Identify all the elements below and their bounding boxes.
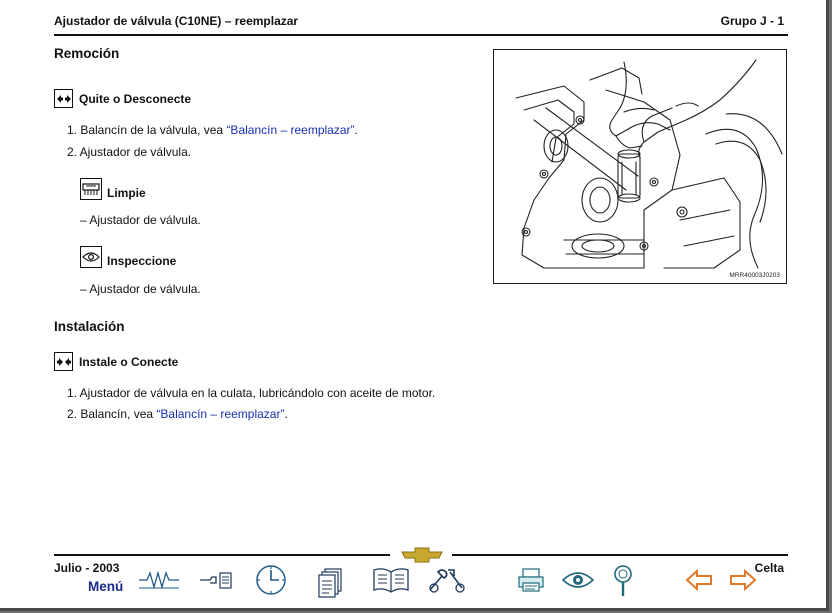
magnifier-icon[interactable] xyxy=(610,563,636,599)
group-label: Grupo J - 1 xyxy=(720,14,784,28)
inspect-item: – Ajustador de válvula. xyxy=(80,282,201,296)
footer-model: Celta xyxy=(754,561,784,575)
removal-step-2: 2. Ajustador de válvula. xyxy=(67,145,192,159)
printer-icon[interactable] xyxy=(516,565,546,595)
link-balancin[interactable]: “Balancín – reemplazar” xyxy=(226,123,354,137)
valve-adjuster-illustration: MRR40003J0203 xyxy=(493,49,787,284)
clean-action: Limpie xyxy=(80,178,146,200)
inspect-label: Inspeccione xyxy=(107,254,177,268)
removal-step-1: 1. Balancín de la válvula, vea “Balancín… xyxy=(67,123,358,137)
manual-page: Ajustador de válvula (C10NE) – reemplaza… xyxy=(0,0,829,611)
engine-drawing xyxy=(515,59,783,269)
clean-label: Limpie xyxy=(107,186,146,200)
page-title: Ajustador de válvula (C10NE) – reemplaza… xyxy=(54,14,299,28)
footer-date: Julio - 2003 xyxy=(54,561,120,575)
link-balancin[interactable]: “Balancín – reemplazar” xyxy=(156,407,284,421)
clock-icon[interactable] xyxy=(254,563,288,597)
eye-icon[interactable] xyxy=(560,565,596,595)
removal-heading: Remoción xyxy=(54,46,120,61)
installation-heading: Instalación xyxy=(54,319,125,334)
book-icon[interactable] xyxy=(372,565,410,595)
install-action-label: Instale o Conecte xyxy=(79,354,179,369)
figure-code: MRR40003J0203 xyxy=(729,272,780,279)
connect-icon xyxy=(54,352,73,371)
pointer-list-icon[interactable] xyxy=(198,565,234,595)
footer-divider-left xyxy=(54,554,390,556)
chevrolet-bowtie-logo xyxy=(401,547,443,563)
installation-step-1: 1. Ajustador de válvula en la culata, lu… xyxy=(67,386,436,400)
disconnect-icon xyxy=(54,89,73,108)
header-divider xyxy=(54,34,788,36)
tools-icon[interactable] xyxy=(426,565,466,595)
inspect-eye-icon xyxy=(80,246,102,268)
footer-divider-right xyxy=(452,554,788,556)
clean-item: – Ajustador de válvula. xyxy=(80,213,201,227)
menu-link[interactable]: Menú xyxy=(88,579,123,594)
remove-action: Quite o Desconecte xyxy=(54,89,191,108)
install-action: Instale o Conecte xyxy=(54,352,178,371)
pages-icon[interactable] xyxy=(316,566,346,600)
back-arrow-icon[interactable] xyxy=(684,565,714,595)
forward-arrow-icon[interactable] xyxy=(728,565,758,595)
wiring-icon[interactable] xyxy=(138,565,180,595)
inspect-action: Inspeccione xyxy=(80,246,176,268)
brush-icon xyxy=(80,178,102,200)
installation-step-2: 2. Balancín, vea “Balancín – reemplazar”… xyxy=(67,407,288,421)
remove-action-label: Quite o Desconecte xyxy=(79,91,192,106)
